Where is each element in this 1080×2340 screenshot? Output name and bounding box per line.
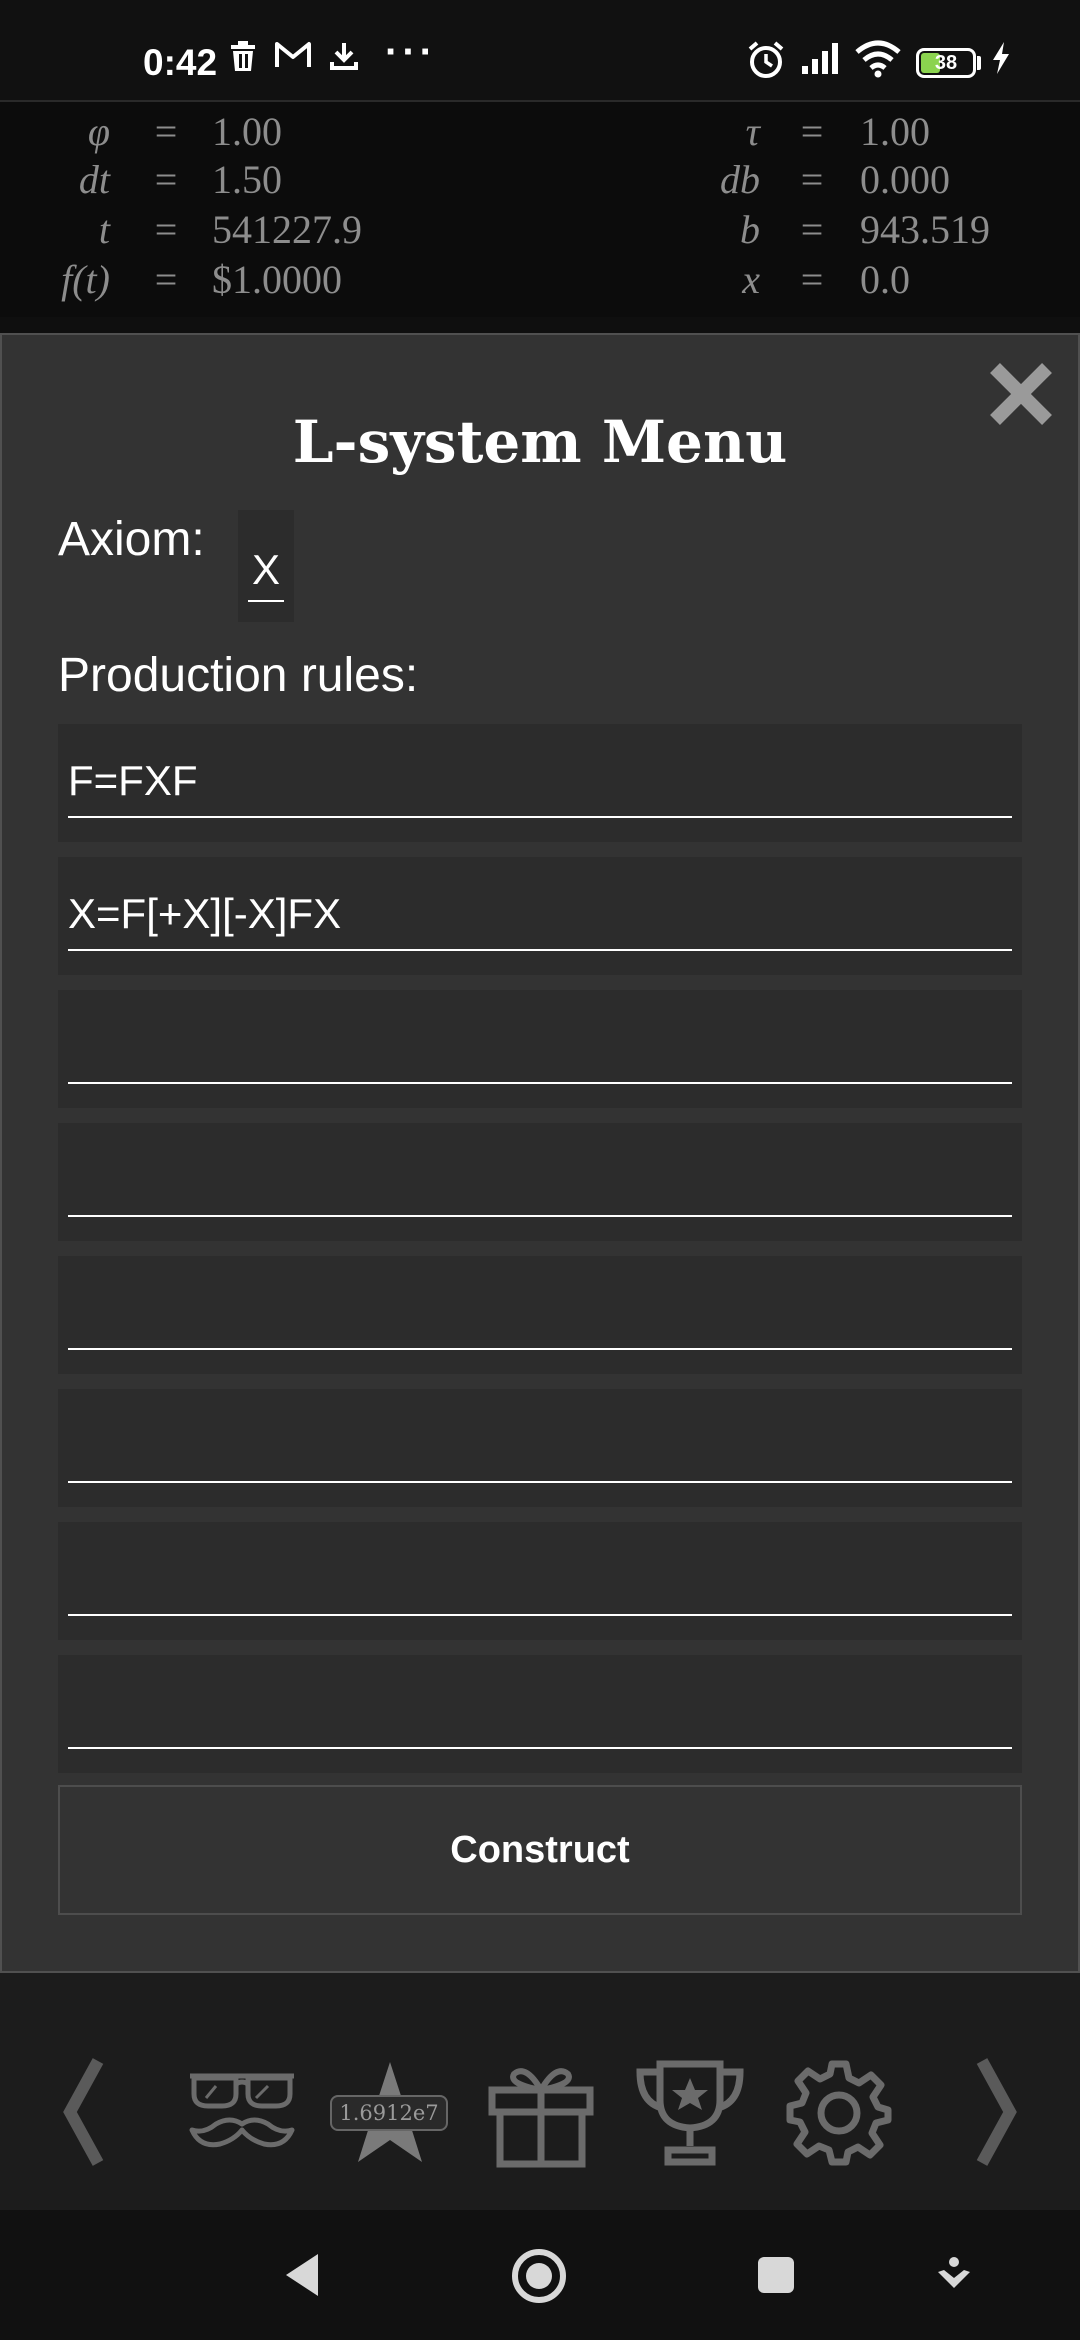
chevron-right-icon[interactable] bbox=[972, 2057, 1022, 2167]
rule-input-5[interactable] bbox=[68, 1278, 1012, 1350]
battery-level: 38 bbox=[934, 52, 958, 74]
rule-field bbox=[58, 1123, 1022, 1241]
back-icon[interactable] bbox=[282, 2250, 322, 2300]
trophy-icon[interactable] bbox=[634, 2060, 746, 2168]
glasses-mustache-icon[interactable] bbox=[186, 2068, 298, 2156]
rule-field bbox=[58, 1522, 1022, 1640]
variable-readout: φ = 1.00 dt = 1.50 t = 541227.9 f(t) = $… bbox=[0, 100, 1080, 317]
rule-input-7[interactable] bbox=[68, 1544, 1012, 1616]
chevron-left-icon[interactable] bbox=[58, 2057, 108, 2167]
wifi-icon bbox=[855, 40, 901, 78]
gmail-icon bbox=[275, 42, 311, 67]
trash-icon bbox=[231, 41, 255, 71]
download-icon bbox=[330, 43, 358, 70]
signal-icon bbox=[802, 43, 838, 74]
axiom-label: Axiom: bbox=[58, 513, 205, 566]
rule-field bbox=[58, 724, 1022, 842]
rule-field bbox=[58, 1389, 1022, 1507]
axiom-input[interactable] bbox=[248, 540, 284, 602]
rule-field bbox=[58, 1256, 1022, 1374]
rule-input-1[interactable] bbox=[68, 746, 1012, 818]
recents-icon[interactable] bbox=[756, 2255, 796, 2295]
battery-icon: 38 bbox=[916, 48, 976, 78]
rule-field bbox=[58, 1655, 1022, 1773]
rule-field bbox=[58, 857, 1022, 975]
assist-icon[interactable] bbox=[936, 2256, 972, 2292]
rule-input-8[interactable] bbox=[68, 1677, 1012, 1749]
rule-input-4[interactable] bbox=[68, 1145, 1012, 1217]
construct-button[interactable]: Construct bbox=[58, 1785, 1022, 1915]
gift-icon[interactable] bbox=[486, 2062, 596, 2168]
rule-input-2[interactable] bbox=[68, 879, 1012, 951]
status-bar: 0:42 ··· 38 bbox=[0, 0, 1080, 100]
axiom-field bbox=[238, 510, 294, 622]
home-icon[interactable] bbox=[511, 2248, 567, 2304]
production-rules-label: Production rules: bbox=[58, 649, 419, 702]
alarm-icon bbox=[748, 41, 784, 78]
charging-icon bbox=[993, 42, 1009, 74]
gear-icon[interactable] bbox=[784, 2058, 894, 2168]
star-count-badge: 1.6912e7 bbox=[330, 2095, 448, 2131]
status-time: 0:42 bbox=[143, 42, 218, 83]
rule-input-3[interactable] bbox=[68, 1012, 1012, 1084]
dialog-title: L-system Menu bbox=[292, 408, 788, 476]
more-dots-icon: ··· bbox=[385, 30, 437, 74]
rule-input-6[interactable] bbox=[68, 1411, 1012, 1483]
rule-field bbox=[58, 990, 1022, 1108]
